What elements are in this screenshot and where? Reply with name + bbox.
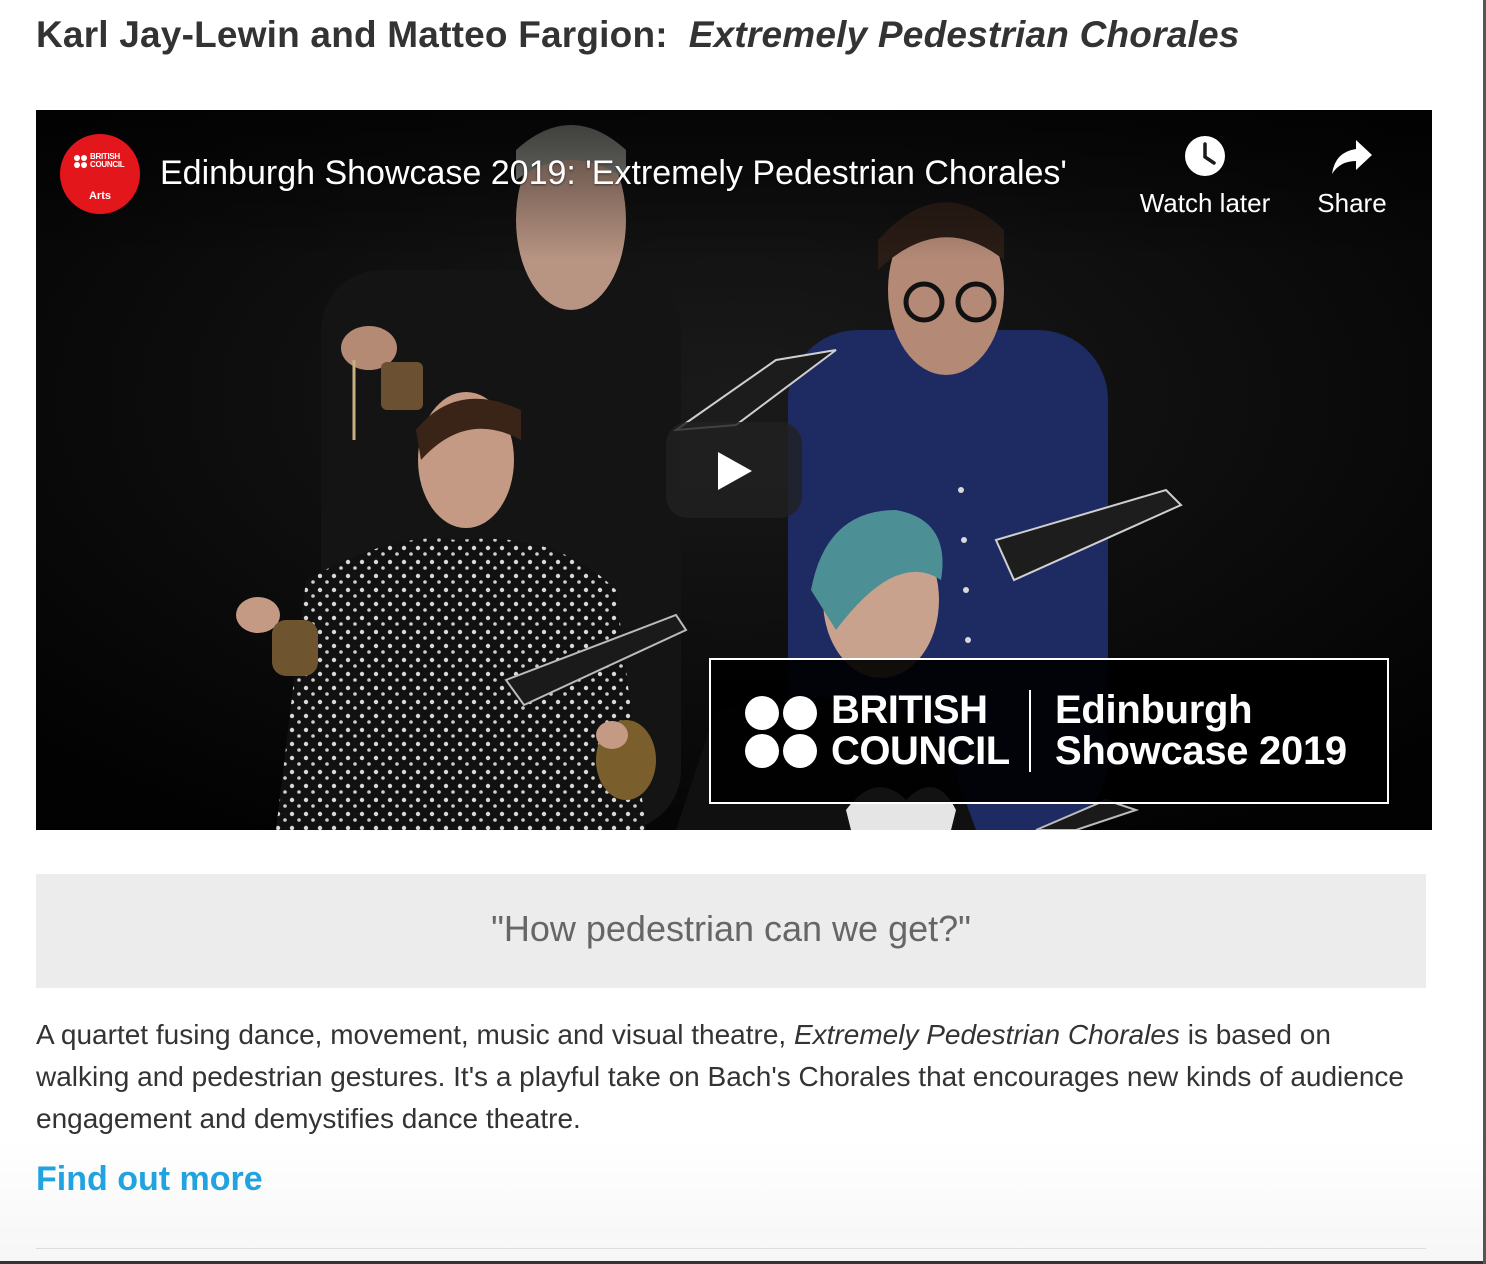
description-paragraph: A quartet fusing dance, movement, music …	[36, 1014, 1416, 1140]
channel-logo-text: BRITISH COUNCIL	[90, 152, 125, 169]
watch-later-button[interactable]: Watch later	[1130, 134, 1280, 219]
pull-quote-text: "How pedestrian can we get?"	[491, 908, 971, 949]
find-out-more-link[interactable]: Find out more	[36, 1160, 263, 1199]
play-button[interactable]	[666, 422, 802, 518]
watch-later-label: Watch later	[1139, 188, 1271, 218]
overlay-brand: BRITISH COUNCIL	[831, 688, 1010, 773]
share-arrow-icon	[1332, 140, 1372, 174]
event-overlay-badge: BRITISH COUNCIL Edinburgh Showcase 2019	[709, 658, 1389, 804]
description-work-title: Extremely Pedestrian Chorales	[793, 1019, 1180, 1050]
section-divider	[36, 1248, 1426, 1249]
channel-logo-sub: Arts	[88, 190, 111, 202]
page-title: Karl Jay-Lewin and Matteo Fargion: Extre…	[36, 14, 1240, 56]
title-work: Extremely Pedestrian Chorales	[688, 14, 1240, 55]
play-icon	[718, 452, 752, 490]
clock-icon	[1185, 136, 1225, 176]
share-label: Share	[1317, 188, 1387, 218]
overlay-event: Edinburgh Showcase 2019	[1055, 688, 1347, 773]
british-council-dots-icon	[74, 155, 88, 169]
title-artists: Karl Jay-Lewin and Matteo Fargion:	[36, 14, 668, 55]
share-button[interactable]: Share	[1304, 134, 1400, 219]
british-council-logo-icon	[745, 696, 821, 770]
video-player[interactable]: BRITISH COUNCIL Arts Edinburgh Showcase …	[36, 110, 1432, 830]
page: Karl Jay-Lewin and Matteo Fargion: Extre…	[0, 0, 1486, 1264]
description-part1: A quartet fusing dance, movement, music …	[36, 1019, 794, 1050]
channel-avatar[interactable]: BRITISH COUNCIL Arts	[60, 134, 140, 214]
video-title[interactable]: Edinburgh Showcase 2019: 'Extremely Pede…	[160, 154, 1110, 193]
pull-quote: "How pedestrian can we get?"	[36, 874, 1426, 988]
overlay-divider	[1029, 690, 1031, 772]
